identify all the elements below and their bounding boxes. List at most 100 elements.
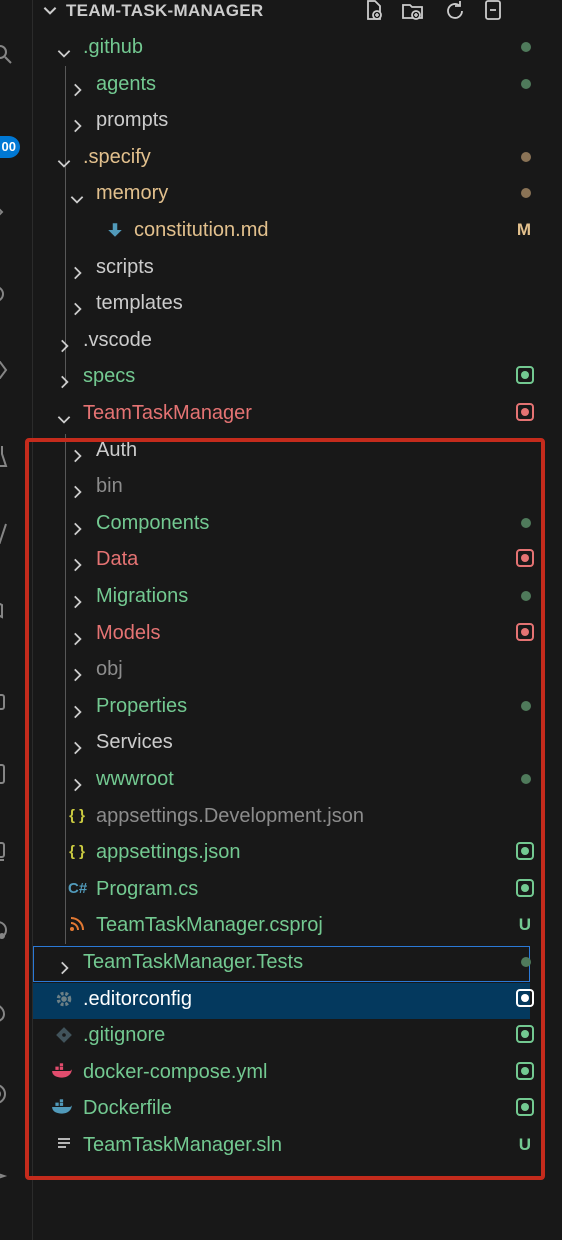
tree-folder-auth[interactable]: Auth	[33, 432, 531, 469]
extensions-icon[interactable]	[0, 918, 14, 942]
chevron-right-icon[interactable]	[68, 697, 86, 719]
tree-file-teamtaskmanager-csproj[interactable]: TeamTaskManager.csproj U	[33, 907, 531, 944]
tree-file-appsettings-json[interactable]: { } appsettings.json	[33, 834, 534, 871]
tree-file-constitution-md[interactable]: constitution.md M	[33, 212, 531, 249]
markdown-icon	[106, 221, 124, 239]
chevron-right-icon[interactable]	[68, 550, 86, 572]
chevron-right-icon[interactable]	[68, 75, 86, 96]
gear-icon	[55, 990, 73, 1008]
tree-item-label: scripts	[96, 255, 154, 278]
chevron-down-icon[interactable]	[55, 38, 73, 58]
git-status-dot	[521, 591, 531, 601]
git-status-letter: U	[518, 915, 531, 935]
new-file-icon[interactable]	[362, 0, 386, 23]
refresh-icon[interactable]	[443, 0, 467, 23]
tree-file-program-cs[interactable]: C# Program.cs	[33, 871, 534, 908]
git-status-box-icon	[516, 842, 534, 861]
tree-file-teamtaskmanager-sln[interactable]: TeamTaskManager.sln U	[33, 1127, 531, 1164]
tree-folder-agents[interactable]: agents	[33, 66, 531, 103]
collapse-all-icon[interactable]	[481, 0, 505, 23]
remote-icon[interactable]	[0, 1082, 14, 1106]
tree-folder-obj[interactable]: obj	[33, 651, 531, 688]
git-status-box-icon	[516, 622, 534, 641]
tree-folder-specify[interactable]: .specify	[33, 139, 531, 176]
tree-folder-specs[interactable]: specs	[33, 358, 534, 395]
chevron-right-icon[interactable]	[68, 660, 86, 682]
tree-folder-teamtaskmanager[interactable]: TeamTaskManager	[33, 395, 534, 432]
tree-folder-data[interactable]: Data	[33, 541, 534, 578]
tree-folder-components[interactable]: Components	[33, 505, 531, 542]
chevron-down-icon[interactable]	[41, 1, 59, 19]
tree-folder-bin[interactable]: bin	[33, 468, 531, 505]
git-status-dot	[521, 78, 531, 89]
tree-item-label: TeamTaskManager.Tests	[83, 951, 304, 973]
tree-folder-properties[interactable]: Properties	[33, 688, 531, 725]
chevron-right-icon[interactable]	[68, 587, 86, 609]
git-status-dot	[521, 957, 531, 967]
tree-folder-migrations[interactable]: Migrations	[33, 578, 531, 615]
tree-item-label: .vscode	[83, 328, 152, 351]
explorer-panel: TEAM-TASK-MANAGER .github agents prompts .s…	[33, 0, 562, 1240]
tree-item-label: Migrations	[96, 585, 189, 607]
json-icon: { }	[69, 843, 85, 861]
git-status-box-icon	[516, 1098, 534, 1117]
chevron-right-icon[interactable]	[68, 514, 86, 536]
chevron-right-icon[interactable]	[68, 258, 86, 279]
chevron-right-icon[interactable]	[68, 733, 86, 755]
testing-icon[interactable]	[0, 444, 14, 468]
tree-folder-services[interactable]: Services	[33, 724, 531, 761]
lines-icon	[55, 1136, 73, 1154]
tree-item-label: TeamTaskManager	[83, 402, 252, 424]
git-status-box-icon	[516, 549, 534, 568]
git-status-box-icon	[516, 1061, 534, 1080]
search-icon[interactable]	[0, 42, 14, 66]
explorer-header[interactable]: TEAM-TASK-MANAGER	[33, 0, 562, 24]
chevron-right-icon[interactable]	[55, 331, 73, 353]
chevron-right-icon[interactable]	[55, 953, 73, 975]
tree-item-label: memory	[96, 182, 169, 205]
rss-icon	[68, 916, 86, 934]
tree-file-editorconfig[interactable]: .editorconfig	[33, 981, 534, 1018]
run-debug-icon[interactable]	[0, 282, 14, 306]
source-control-icon[interactable]	[0, 762, 14, 786]
chevron-right-icon[interactable]	[68, 111, 86, 133]
tree-item-label: Data	[96, 548, 139, 571]
chevron-down-icon[interactable]	[68, 184, 86, 205]
tree-folder-github[interactable]: .github	[33, 29, 531, 66]
tree-folder-templates[interactable]: templates	[33, 285, 531, 322]
source-control-icon[interactable]	[0, 200, 14, 224]
chevron-right-icon[interactable]	[68, 624, 86, 645]
chevron-right-icon[interactable]	[68, 441, 86, 462]
remote-icon[interactable]	[0, 520, 14, 545]
tree-folder-teamtaskmanager-tests[interactable]: TeamTaskManager.Tests	[33, 944, 531, 981]
tree-item-label: prompts	[96, 109, 169, 132]
chevron-right-icon[interactable]	[68, 294, 86, 316]
accounts-icon[interactable]	[0, 596, 14, 620]
extensions-icon[interactable]	[0, 358, 14, 382]
tree-file-gitignore[interactable]: .gitignore	[33, 1017, 534, 1054]
chevron-right-icon[interactable]	[68, 477, 86, 499]
tree-item-label: wwwroot	[96, 768, 174, 790]
tree-folder-prompts[interactable]: prompts	[33, 102, 531, 139]
tree-folder-models[interactable]: Models	[33, 615, 534, 652]
chevron-down-icon[interactable]	[55, 148, 73, 168]
chevron-down-icon[interactable]	[55, 404, 73, 424]
new-folder-icon[interactable]	[401, 0, 425, 23]
tree-item-label: Program.cs	[96, 877, 199, 900]
testing-icon[interactable]	[0, 1000, 14, 1024]
git-status-box-icon	[516, 366, 534, 385]
tree-folder-scripts[interactable]: scripts	[33, 249, 531, 286]
chevron-right-icon[interactable]	[55, 367, 73, 389]
tree-folder-wwwroot[interactable]: wwwroot	[33, 761, 531, 798]
tree-item-label: .specify	[83, 145, 151, 168]
tree-folder-vscode[interactable]: .vscode	[33, 322, 531, 359]
run-debug-icon[interactable]	[0, 840, 14, 864]
tree-item-label: TeamTaskManager.sln	[83, 1134, 282, 1156]
search-icon[interactable]	[0, 690, 14, 714]
tree-file-appsettings-development-json[interactable]: { } appsettings.Development.json	[33, 798, 531, 835]
accounts-icon[interactable]	[0, 1164, 14, 1188]
tree-folder-memory[interactable]: memory	[33, 175, 531, 212]
chevron-right-icon[interactable]	[68, 770, 86, 792]
tree-file-docker-compose-yml[interactable]: docker-compose.yml	[33, 1054, 534, 1091]
tree-file-dockerfile[interactable]: Dockerfile	[33, 1090, 534, 1127]
